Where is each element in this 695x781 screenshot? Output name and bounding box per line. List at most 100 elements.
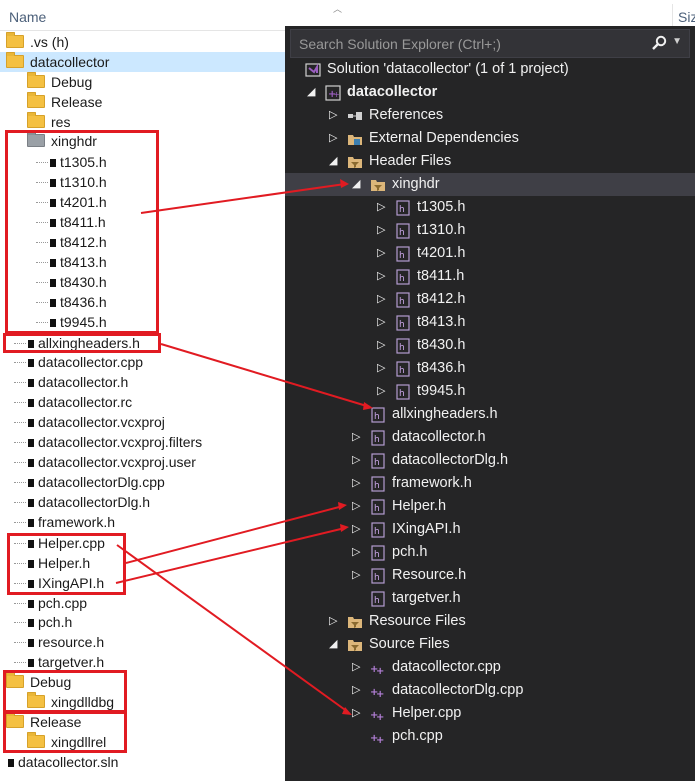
tree-item-file[interactable]: datacollector.cpp (14, 352, 143, 372)
solution-tree-item[interactable]: ▷ References (285, 104, 695, 127)
folder-icon (27, 92, 45, 108)
collapsed-arrow-icon[interactable]: ▷ (352, 426, 360, 449)
expanded-arrow-icon[interactable]: ◢ (352, 173, 360, 196)
solution-tree-item[interactable]: ◢ + + datacollector (285, 81, 695, 104)
collapsed-arrow-icon[interactable]: ▷ (377, 380, 385, 403)
size-column-header[interactable]: Siz (678, 9, 695, 25)
solution-tree-item[interactable]: ▷ h framework.h (285, 472, 695, 495)
tree-item-sln[interactable]: datacollector.sln (8, 752, 118, 772)
search-icon[interactable] (651, 35, 667, 51)
solution-tree-item[interactable]: ▷ h t8436.h (285, 357, 695, 380)
collapsed-arrow-icon[interactable]: ▷ (352, 472, 360, 495)
tree-item-file[interactable]: datacollector.rc (14, 392, 132, 412)
solution-tree-item[interactable]: ▷ h t1305.h (285, 196, 695, 219)
solution-tree-item[interactable]: ▷ h t4201.h (285, 242, 695, 265)
collapsed-arrow-icon[interactable]: ▷ (377, 334, 385, 357)
collapsed-arrow-icon[interactable]: ▷ (377, 311, 385, 334)
solution-tree-item[interactable]: ▷ External Dependencies (285, 127, 695, 150)
solution-tree-item[interactable]: ◢ Header Files (285, 150, 695, 173)
tree-item-file[interactable]: datacollector.vcxproj.filters (14, 432, 202, 452)
cpp-file-icon: + + (370, 729, 386, 746)
solution-tree-item[interactable]: h targetver.h (285, 587, 695, 610)
solution-tree-item[interactable]: ▷ h t1310.h (285, 219, 695, 242)
solution-tree-item[interactable]: ◢ xinghdr (285, 173, 695, 196)
collapsed-arrow-icon[interactable]: ▷ (352, 541, 360, 564)
solution-tree-item[interactable]: ▷ h datacollectorDlg.h (285, 449, 695, 472)
tree-line (14, 402, 26, 403)
solution-tree-item[interactable]: ▷ h t8413.h (285, 311, 695, 334)
search-box[interactable]: Search Solution Explorer (Ctrl+;) ▼ (290, 29, 690, 58)
expanded-arrow-icon[interactable]: ◢ (307, 81, 315, 104)
tree-item-file[interactable]: datacollector.vcxproj (14, 412, 165, 432)
solution-tree-item[interactable]: ▷ h Resource.h (285, 564, 695, 587)
collapsed-arrow-icon[interactable]: ▷ (377, 265, 385, 288)
tree-item-file[interactable]: datacollectorDlg.cpp (14, 472, 165, 492)
tree-item-file[interactable]: datacollector.h (14, 372, 128, 392)
solution-tree-item[interactable]: ▷ h Helper.h (285, 495, 695, 518)
search-dropdown-icon[interactable]: ▼ (672, 36, 682, 47)
solution-tree-item-label: External Dependencies (369, 130, 519, 146)
solution-tree-item[interactable]: ▷ h IXingAPI.h (285, 518, 695, 541)
collapsed-arrow-icon[interactable]: ▷ (352, 564, 360, 587)
solution-tree-item-label: t9945.h (417, 383, 466, 399)
solution-tree-item[interactable]: Solution 'datacollector' (1 of 1 project… (285, 58, 695, 81)
solution-tree-item[interactable]: ▷ + + Helper.cpp (285, 702, 695, 725)
collapsed-arrow-icon[interactable]: ▷ (352, 656, 360, 679)
tree-item-file[interactable]: datacollector.vcxproj.user (14, 452, 196, 472)
solution-tree-item[interactable]: ▷ h t8412.h (285, 288, 695, 311)
collapsed-arrow-icon[interactable]: ▷ (377, 196, 385, 219)
tree-item-res[interactable]: res (27, 112, 70, 132)
collapsed-arrow-icon[interactable]: ▷ (352, 702, 360, 725)
tree-item-release[interactable]: Release (27, 92, 102, 112)
collapsed-arrow-icon[interactable]: ▷ (329, 610, 337, 633)
svg-text:h: h (399, 297, 405, 307)
tree-item-file[interactable]: resource.h (14, 632, 104, 652)
collapsed-arrow-icon[interactable]: ▷ (352, 449, 360, 472)
tree-item-file[interactable]: pch.h (14, 612, 72, 632)
solution-tree-item[interactable]: + + pch.cpp (285, 725, 695, 748)
expanded-arrow-icon[interactable]: ◢ (329, 633, 337, 656)
column-divider[interactable] (672, 4, 673, 28)
tree-item-label: datacollectorDlg.h (38, 494, 151, 510)
solution-tree-item[interactable]: ◢ Source Files (285, 633, 695, 656)
solution-tree-item[interactable]: h allxingheaders.h (285, 403, 695, 426)
solution-tree-item[interactable]: ▷ h t8411.h (285, 265, 695, 288)
tree-item-vs[interactable]: .vs (h) (6, 32, 69, 52)
collapsed-arrow-icon[interactable]: ▷ (329, 127, 337, 150)
tree-item-file[interactable]: targetver.h (14, 652, 104, 672)
solution-tree-item[interactable]: ▷ + + datacollectorDlg.cpp (285, 679, 695, 702)
collapsed-arrow-icon[interactable]: ▷ (377, 219, 385, 242)
header-file-icon: h (395, 292, 411, 308)
collapsed-arrow-icon[interactable]: ▷ (352, 495, 360, 518)
name-column-header[interactable]: Name (9, 9, 46, 25)
solution-tree-item-label: Helper.cpp (392, 705, 462, 721)
header-file-icon: h (370, 430, 386, 446)
expanded-arrow-icon[interactable]: ◢ (329, 150, 337, 173)
collapsed-arrow-icon[interactable]: ▷ (329, 104, 337, 127)
search-input[interactable]: Search Solution Explorer (Ctrl+;) (299, 36, 501, 52)
header-file-icon: h (370, 499, 386, 515)
svg-text:h: h (374, 596, 380, 606)
tree-item-debug[interactable]: Debug (27, 72, 92, 92)
header-file-icon: h (395, 361, 411, 377)
tree-item-label: datacollector (30, 54, 110, 70)
tree-line (14, 502, 26, 503)
collapsed-arrow-icon[interactable]: ▷ (377, 357, 385, 380)
header-file-icon: h (370, 453, 386, 469)
tree-item-file[interactable]: pch.cpp (14, 593, 87, 613)
file-icon (28, 619, 34, 627)
solution-tree-item[interactable]: ▷ h datacollector.h (285, 426, 695, 449)
tree-item-file[interactable]: framework.h (14, 512, 115, 532)
collapsed-arrow-icon[interactable]: ▷ (352, 679, 360, 702)
solution-tree-item[interactable]: ▷ h t9945.h (285, 380, 695, 403)
solution-tree-item[interactable]: ▷ h t8430.h (285, 334, 695, 357)
solution-tree-item[interactable]: ▷ Resource Files (285, 610, 695, 633)
solution-tree-item[interactable]: ▷ + + datacollector.cpp (285, 656, 695, 679)
collapsed-arrow-icon[interactable]: ▷ (352, 518, 360, 541)
collapsed-arrow-icon[interactable]: ▷ (377, 288, 385, 311)
collapsed-arrow-icon[interactable]: ▷ (377, 242, 385, 265)
tree-item-file[interactable]: datacollectorDlg.h (14, 492, 150, 512)
header-file-icon: h (395, 269, 411, 285)
file-icon (28, 600, 34, 608)
solution-tree-item[interactable]: ▷ h pch.h (285, 541, 695, 564)
